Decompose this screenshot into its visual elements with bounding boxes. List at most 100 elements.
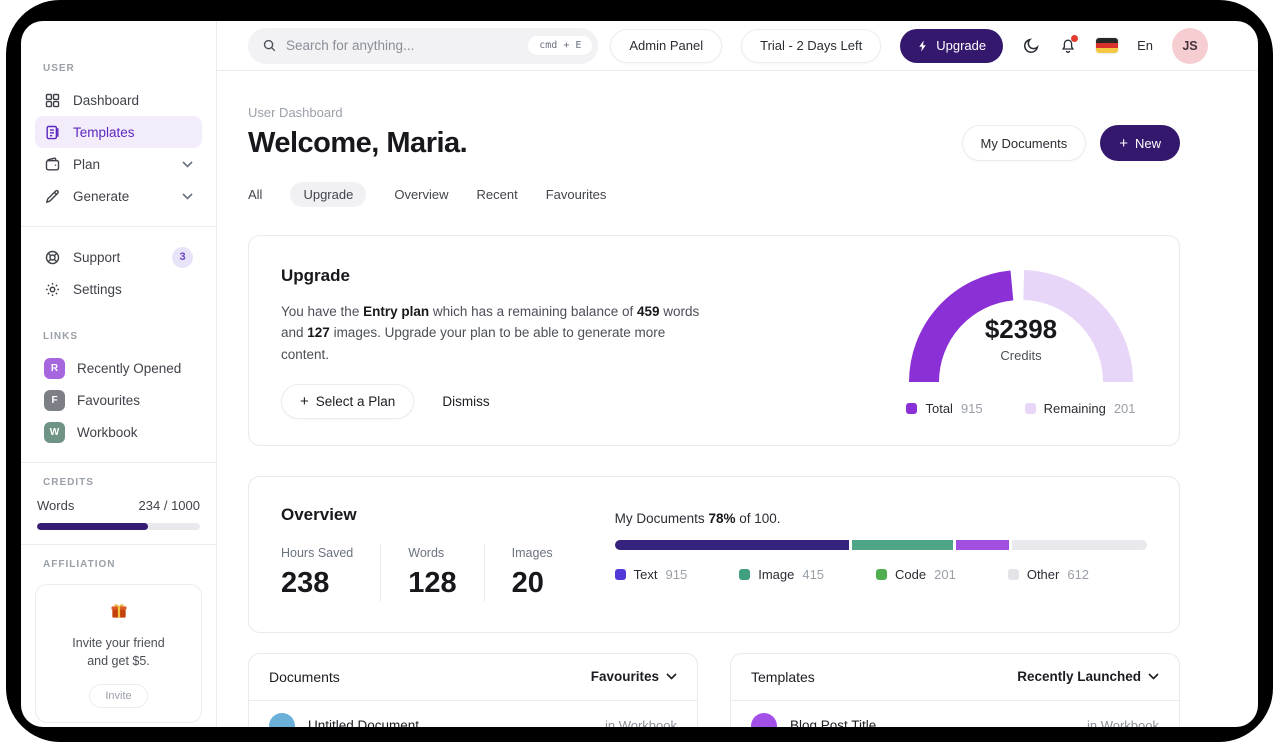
template-location: in Workbook xyxy=(1086,718,1159,727)
legend-value: 201 xyxy=(934,566,956,582)
upgrade-button-label: Upgrade xyxy=(936,38,987,53)
chevron-down-icon xyxy=(182,192,193,200)
documents-card-title: Documents xyxy=(269,668,340,685)
credits-words-value: 234 / 1000 xyxy=(138,498,200,513)
tab-upgrade[interactable]: Upgrade xyxy=(290,182,367,207)
legend-item-other: Other 612 xyxy=(1007,566,1090,582)
main-content: User Dashboard Welcome, Maria. My Docume… xyxy=(217,71,1258,727)
stacked-legend: Text 915 Image 415 Code 201 Other 612 xyxy=(614,566,1147,582)
credits-progress-fill xyxy=(37,523,148,530)
upgrade-card-paragraph: You have the Entry plan which has a rema… xyxy=(281,304,700,362)
topbar: cmd + E Admin Panel Trial - 2 Days Left … xyxy=(217,21,1258,71)
documents-card: Documents Favourites Untitled Document i… xyxy=(248,652,698,727)
german-flag-icon[interactable] xyxy=(1096,38,1119,53)
device-frame: USER Dashboard Templates Plan Generate S… xyxy=(6,0,1273,742)
sidebar-divider xyxy=(21,462,216,463)
sidebar-link-favourites[interactable]: F Favourites xyxy=(35,384,202,416)
sidebar-item-support[interactable]: Support 3 xyxy=(35,241,202,273)
app-window: USER Dashboard Templates Plan Generate S… xyxy=(21,21,1258,727)
tab-overview[interactable]: Overview xyxy=(394,187,448,202)
document-avatar xyxy=(269,712,295,727)
link-initial-avatar: R xyxy=(44,357,65,379)
document-location: in Workbook xyxy=(604,718,677,727)
page-title: Welcome, Maria. xyxy=(248,126,468,159)
sidebar-link-recently-opened[interactable]: R Recently Opened xyxy=(35,352,202,384)
sidebar-item-label: Support xyxy=(73,249,121,265)
sidebar-link-workbook[interactable]: W Workbook xyxy=(35,416,202,448)
sidebar-item-generate[interactable]: Generate xyxy=(35,180,202,212)
invite-button[interactable]: Invite xyxy=(89,684,148,709)
search-shortcut: cmd + E xyxy=(528,36,593,55)
affiliation-text-line1: Invite your friend xyxy=(72,636,165,650)
bolt-icon xyxy=(919,40,926,51)
dark-mode-toggle[interactable] xyxy=(1022,37,1040,55)
credits-words-label: Words xyxy=(37,498,75,513)
legend-swatch xyxy=(614,568,626,580)
credits-progress-track xyxy=(37,523,200,530)
new-button-label: New xyxy=(1134,135,1161,151)
sidebar-divider xyxy=(21,544,216,545)
link-initial-avatar: F xyxy=(44,389,65,411)
legend-value: 612 xyxy=(1067,566,1090,582)
sidebar-item-settings[interactable]: Settings xyxy=(35,273,202,305)
templates-card-title: Templates xyxy=(751,668,815,685)
documents-filter-dropdown[interactable]: Favourites xyxy=(591,669,677,684)
tabs: All Upgrade Overview Recent Favourites xyxy=(248,182,1180,207)
sidebar-item-label: Plan xyxy=(73,156,101,172)
trial-badge[interactable]: Trial - 2 Days Left xyxy=(741,28,882,63)
sidebar-section-user: USER xyxy=(43,63,75,74)
templates-filter-dropdown[interactable]: Recently Launched xyxy=(1017,669,1159,684)
search-icon xyxy=(263,39,276,52)
tab-recent[interactable]: Recent xyxy=(477,187,518,202)
document-icon xyxy=(46,125,59,139)
notifications-button[interactable] xyxy=(1059,34,1079,55)
template-row[interactable]: Blog Post Title in Workbook xyxy=(731,701,1179,727)
gauge-value: $2398 xyxy=(984,314,1058,344)
lifebuoy-icon xyxy=(45,250,60,264)
user-avatar[interactable]: JS xyxy=(1172,27,1208,64)
gauge-legend: Total 915 Remaining 201 xyxy=(906,401,1136,416)
sidebar-section-credits: CREDITS xyxy=(43,477,94,488)
sidebar-item-templates[interactable]: Templates xyxy=(35,116,202,148)
document-name: Untitled Document xyxy=(308,718,420,727)
search-input[interactable] xyxy=(286,38,520,53)
content-column: cmd + E Admin Panel Trial - 2 Days Left … xyxy=(217,21,1258,727)
language-label[interactable]: En xyxy=(1137,38,1153,53)
new-button[interactable]: + New xyxy=(1100,125,1180,161)
tab-favourites[interactable]: Favourites xyxy=(546,187,607,202)
legend-swatch xyxy=(739,568,751,580)
sidebar-divider xyxy=(21,226,216,227)
stacked-bar xyxy=(614,539,1147,550)
sidebar-item-dashboard[interactable]: Dashboard xyxy=(35,84,202,116)
sidebar-section-links: LINKS xyxy=(43,331,78,342)
breadcrumb: User Dashboard xyxy=(248,105,343,120)
sidebar-item-label: Templates xyxy=(73,124,135,140)
search-bar[interactable]: cmd + E xyxy=(248,27,599,64)
legend-item-image: Image 415 xyxy=(739,567,824,582)
notification-dot xyxy=(1071,34,1079,42)
sidebar-link-label: Favourites xyxy=(77,392,141,408)
legend-swatch xyxy=(906,403,918,414)
chevron-down-icon xyxy=(182,160,193,168)
sidebar-item-plan[interactable]: Plan xyxy=(35,148,202,180)
plus-icon: + xyxy=(1119,134,1128,152)
legend-item-code: Code 201 xyxy=(876,567,956,582)
stat-divider xyxy=(380,543,382,602)
moon-icon xyxy=(1024,37,1039,53)
my-documents-button[interactable]: My Documents xyxy=(961,125,1087,161)
tab-all[interactable]: All xyxy=(248,187,262,202)
sidebar: USER Dashboard Templates Plan Generate S… xyxy=(21,21,217,727)
template-avatar xyxy=(751,712,777,727)
legend-label: Image xyxy=(758,566,795,582)
select-plan-button[interactable]: + Select a Plan xyxy=(281,383,415,419)
support-badge: 3 xyxy=(172,246,193,268)
legend-value: 415 xyxy=(802,566,825,582)
document-row[interactable]: Untitled Document in Workbook xyxy=(249,701,697,727)
admin-panel-button[interactable]: Admin Panel xyxy=(610,28,723,63)
documents-progress-caption: My Documents 78% of 100. xyxy=(614,510,781,526)
chevron-down-icon xyxy=(666,673,677,681)
legend-swatch xyxy=(1024,403,1036,414)
dismiss-button[interactable]: Dismiss xyxy=(442,394,489,409)
plus-icon: + xyxy=(300,392,309,410)
upgrade-button[interactable]: Upgrade xyxy=(900,28,1004,63)
